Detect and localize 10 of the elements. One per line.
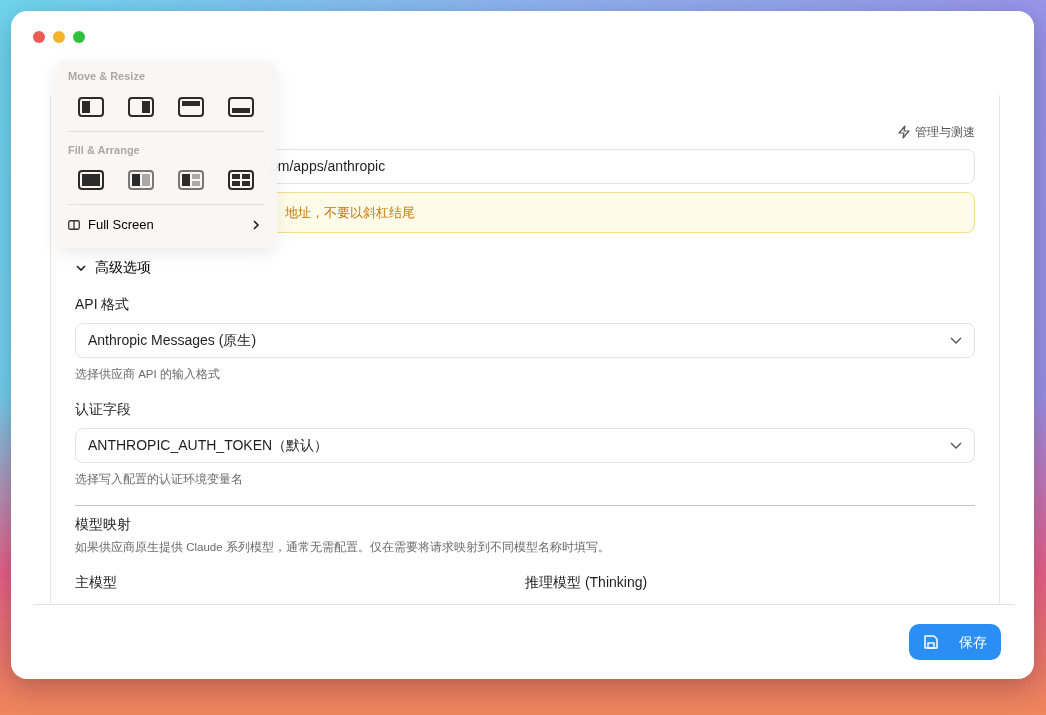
section-description: 如果供应商原生提供 Claude 系列模型，通常无需配置。仅在需要将请求映射到不同模型名称时填写。 — [75, 539, 611, 555]
section-title: 模型映射 — [75, 514, 132, 534]
field-label: API 格式 — [75, 295, 131, 314]
field-label: 认证字段 — [75, 400, 132, 420]
section-heading: Fill & Arrange — [68, 142, 141, 158]
field-label: 主模型 — [75, 573, 117, 590]
hint-text: 选择写入配置的认证环境变量名 — [75, 472, 244, 488]
field-label: 推理模型 (Thinking) — [525, 573, 648, 590]
hint-text: 选择供应商 API 的输入格式 — [75, 367, 221, 382]
section-heading: Move & Resize — [68, 69, 147, 84]
